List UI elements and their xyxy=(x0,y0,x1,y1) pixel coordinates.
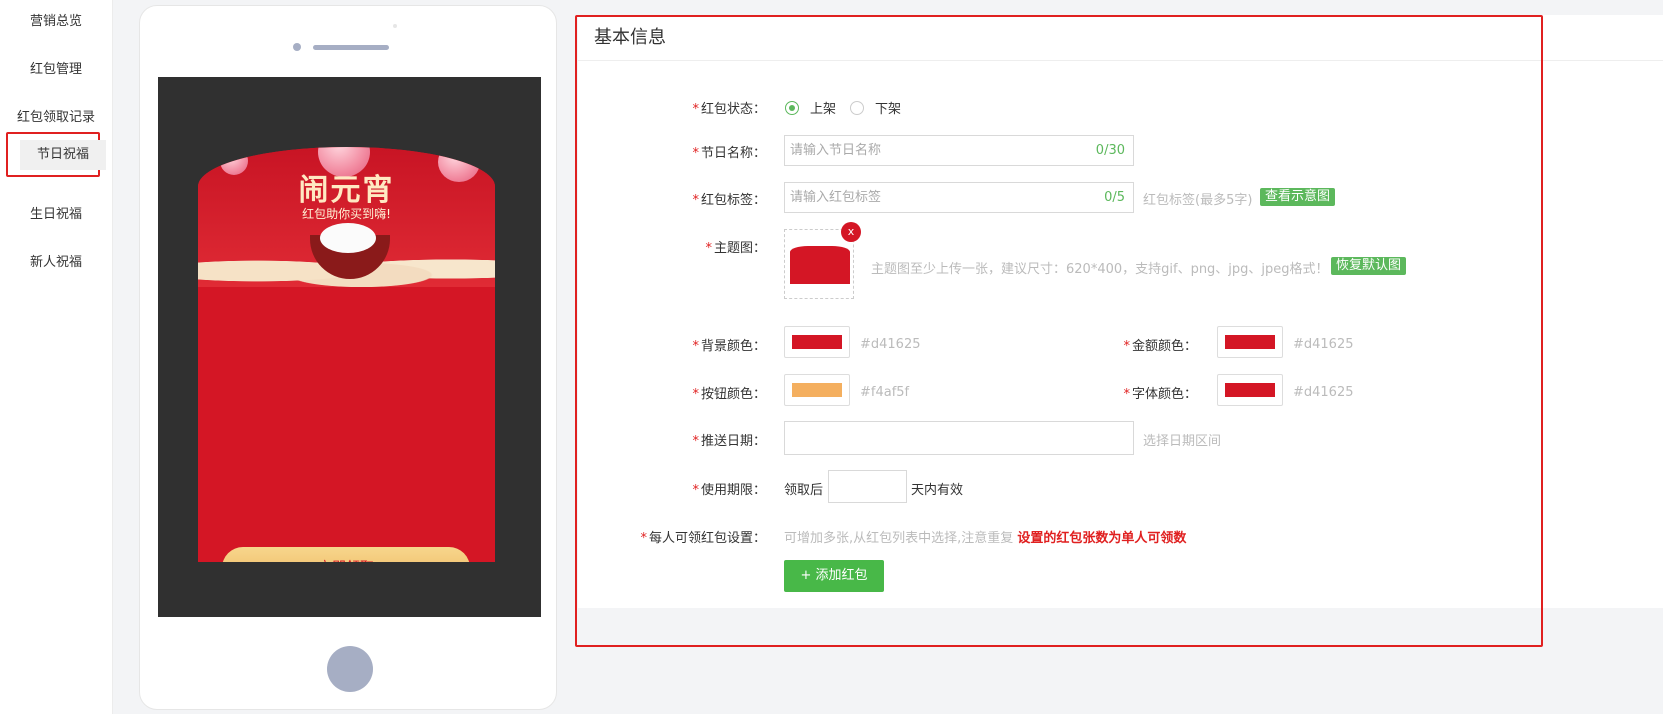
amount-color-value: #d41625 xyxy=(1293,337,1354,352)
button-color-swatch xyxy=(792,383,842,397)
tag-hint: 红包标签(最多5字) xyxy=(1143,193,1253,208)
phone-screen: 闹元宵 红包助你买到嗨! 立即领取 xyxy=(158,77,541,617)
per-person-label: * 每人可领红包设置： xyxy=(640,531,766,546)
bg-color-swatch xyxy=(792,335,842,349)
festival-name-label: * 节日名称： xyxy=(692,146,766,161)
sidebar-item-festival-greeting[interactable]: 节日祝福 xyxy=(6,132,106,177)
sidebar: 营销总览 红包管理 红包领取记录 节日祝福 生日祝福 新人祝福 xyxy=(0,0,113,714)
phone-preview: 闹元宵 红包助你买到嗨! 立即领取 xyxy=(139,5,557,710)
amount-color-label: * 金额颜色： xyxy=(1123,339,1197,354)
card-header: 基本信息 xyxy=(578,15,1663,61)
sidebar-item-redpacket-management[interactable]: 红包管理 xyxy=(0,58,112,77)
font-color-picker[interactable] xyxy=(1217,374,1283,406)
font-color-label: * 字体颜色： xyxy=(1123,387,1197,402)
status-label: * 红包状态： xyxy=(692,102,766,117)
card-footer xyxy=(578,610,1663,648)
push-date-input[interactable] xyxy=(784,421,1134,455)
font-color-value: #d41625 xyxy=(1293,385,1354,400)
red-envelope: 闹元宵 红包助你买到嗨! 立即领取 xyxy=(198,147,495,562)
festival-name-counter: 0/30 xyxy=(1095,143,1125,158)
bg-color-picker[interactable] xyxy=(784,326,850,358)
amount-color-swatch xyxy=(1225,335,1275,349)
bg-color-label: * 背景颜色： xyxy=(692,339,766,354)
claim-now-button[interactable]: 立即领取 xyxy=(222,547,470,562)
push-date-hint: 选择日期区间 xyxy=(1143,434,1222,449)
front-camera xyxy=(293,43,301,51)
per-person-hint: 可增加多张,从红包列表中选择,注意重复 设置的红包张数为单人可领数 xyxy=(784,531,1187,546)
tag-input[interactable]: 请输入红包标签 0/5 xyxy=(784,182,1134,213)
tag-counter: 0/5 xyxy=(1104,190,1125,205)
validity-prefix: 领取后 xyxy=(784,483,824,498)
font-color-swatch xyxy=(1225,383,1275,397)
sidebar-item-newcomer-greeting[interactable]: 新人祝福 xyxy=(0,251,112,270)
sidebar-item-label: 节日祝福 xyxy=(20,140,106,170)
status-off-label[interactable]: 下架 xyxy=(875,98,901,117)
sidebar-item-birthday-greeting[interactable]: 生日祝福 xyxy=(0,203,112,222)
tag-label: * 红包标签： xyxy=(692,193,766,208)
tangyuan-illustration xyxy=(320,223,376,253)
theme-image-label: * 主题图： xyxy=(705,241,766,256)
theme-image-hint: 主题图至少上传一张，建议尺寸：620*400，支持gif、png、jpg、jpe… xyxy=(871,262,1329,277)
sidebar-item-claim-records[interactable]: 红包领取记录 xyxy=(0,106,112,125)
speaker-grill xyxy=(313,45,389,50)
remove-image-icon[interactable]: x xyxy=(841,222,861,242)
sidebar-item-overview[interactable]: 营销总览 xyxy=(0,10,112,29)
card-title: 基本信息 xyxy=(594,27,666,48)
home-button xyxy=(327,646,373,692)
restore-default-image-button[interactable]: 恢复默认图 xyxy=(1331,257,1407,275)
validity-suffix: 天内有效 xyxy=(911,483,964,498)
status-on-label[interactable]: 上架 xyxy=(810,98,836,117)
button-color-label: * 按钮颜色： xyxy=(692,387,766,402)
validity-days-input[interactable] xyxy=(828,470,907,503)
view-example-link[interactable]: 查看示意图 xyxy=(1260,188,1336,206)
add-redpacket-button[interactable]: + 添加红包 xyxy=(784,560,884,592)
festival-name-input[interactable]: 请输入节日名称 0/30 xyxy=(784,135,1134,166)
validity-label: * 使用期限： xyxy=(692,483,766,498)
status-off-radio[interactable] xyxy=(850,101,864,115)
bg-color-value: #d41625 xyxy=(860,337,921,352)
amount-color-picker[interactable] xyxy=(1217,326,1283,358)
push-date-label: * 推送日期： xyxy=(692,434,766,449)
banner-title: 闹元宵 xyxy=(298,173,395,208)
button-color-value: #f4af5f xyxy=(860,385,910,400)
button-color-picker[interactable] xyxy=(784,374,850,406)
status-on-radio[interactable] xyxy=(785,101,799,115)
banner-subtitle: 红包助你买到嗨! xyxy=(302,207,391,221)
per-person-warning: 设置的红包张数为单人可领数 xyxy=(1017,531,1187,546)
theme-image-preview xyxy=(790,246,850,284)
camera-dot xyxy=(393,24,397,28)
